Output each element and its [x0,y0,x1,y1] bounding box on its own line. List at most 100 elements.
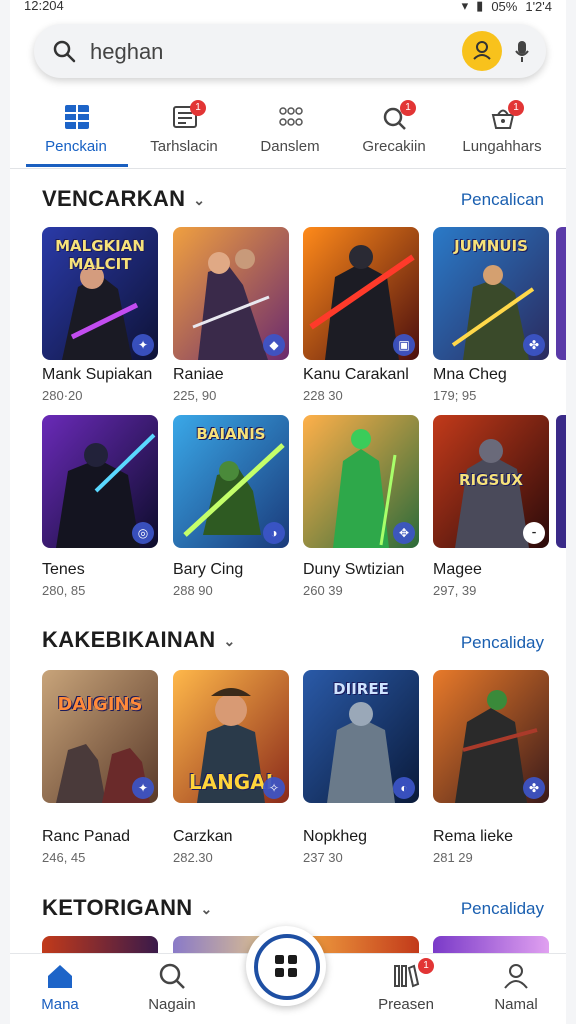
apps-grid-icon [275,955,297,977]
badge-icon: ◆ [263,334,285,356]
nav-item-profile[interactable]: Namal [466,954,566,1024]
game-meta: 225, 90 [173,388,217,403]
game-meta: 179; 95 [433,388,477,403]
game-name: Mna Cheg [433,366,507,383]
badge-icon: ▣ [393,334,415,356]
game-art-title: MALGKIAN MALCIT [55,237,145,273]
game-meta: 246, 45 [42,850,86,865]
game-card[interactable]: ◎ [42,415,158,548]
game-art-title: DAIGINS [57,694,143,715]
section-title: KETORIGANN ⌄ [42,895,213,921]
search-icon [159,963,185,989]
tab-badge: 1 [190,100,206,116]
game-name: Magee [433,561,482,578]
game-card[interactable]: ✤ [433,670,549,803]
tab-4[interactable]: 1 Lungahhars [450,96,554,168]
tab-label: Danslem [260,138,320,155]
grid-fab-button[interactable] [246,926,326,1006]
dots-icon [279,107,303,126]
card-peek [556,227,566,360]
game-name: Rema lieke [433,828,514,845]
chevron-down-icon[interactable]: ⌄ [224,633,236,650]
game-meta: 228 30 [303,388,343,403]
category-tabs: Penckain 1 Tarhslacin Danslem 1 Grecakii… [10,96,566,169]
game-meta: 297, 39 [433,583,477,598]
badge-icon: ✦ [132,777,154,799]
search-bar[interactable]: heghan [34,24,546,78]
badge-icon: ✥ [393,522,415,544]
game-card[interactable]: LANGAI ✧ [173,670,289,803]
signal-icon: ▮ [476,0,484,13]
game-art-title: JUMNUIS [454,237,528,255]
tab-label: Penckain [45,138,107,155]
nav-item-home[interactable]: Mana [10,954,110,1024]
status-clock-right: 1'2'4 [525,0,552,14]
game-name: Kanu Carakanl [303,366,409,383]
user-icon [473,41,491,60]
nav-label: Nagain [148,996,196,1013]
game-name: Mank Supiakan [42,366,153,383]
section-title-text: VENCARKAN [42,186,186,211]
game-card[interactable]: DIIREE ◐ [303,670,419,803]
badge-icon: ◑ [263,522,285,544]
grid-list-icon [65,105,89,129]
game-name: Ranc Panad [42,828,131,845]
game-card[interactable]: RIGSUX ⁃ [433,415,549,548]
section-title-text: KAKEBIKAINAN [42,627,216,652]
section-title-text: KETORIGANN [42,895,193,920]
game-card[interactable]: ▣ [303,227,419,360]
game-card[interactable]: ✥ [303,415,419,548]
chevron-down-icon[interactable]: ⌄ [193,192,205,209]
tab-3[interactable]: 1 Grecakiin [342,96,446,168]
tab-badge: 1 [400,100,416,116]
game-card[interactable]: ◆ [173,227,289,360]
badge-icon: ✤ [523,334,545,356]
game-name: Carzkan [173,828,233,845]
tab-1[interactable]: 1 Tarhslacin [132,96,236,168]
section-link[interactable]: Pencaliday [461,633,544,653]
game-name: Raniae [173,366,224,383]
section-link[interactable]: Pencaliday [461,899,544,919]
status-bar: 12:204 ▾ ▮ 05% 1'2'4 [10,0,566,16]
status-right: ▾ ▮ 05% 1'2'4 [462,0,552,14]
game-meta: 280·20 [42,388,83,403]
game-card[interactable]: BAIANIS ◑ [173,415,289,548]
section-link[interactable]: Pencalican [461,190,544,210]
game-art-title: RIGSUX [459,471,523,489]
section-title: VENCARKAN ⌄ [42,186,205,212]
game-meta: 260 39 [303,583,343,598]
game-art-title: DIIREE [333,680,389,698]
search-input[interactable]: heghan [90,39,163,65]
badge-icon: ◎ [132,522,154,544]
tab-label: Tarhslacin [150,138,218,155]
game-card[interactable]: MALGKIAN MALCIT ✦ [42,227,158,360]
mic-icon[interactable] [514,39,530,63]
nav-item-search[interactable]: Nagain [122,954,222,1024]
game-card[interactable]: JUMNUIS ✤ [433,227,549,360]
nav-label: Mana [41,996,79,1013]
badge-icon: ◐ [393,777,415,799]
nav-label: Namal [494,996,538,1013]
library-icon [394,964,420,988]
game-meta: 237 30 [303,850,343,865]
nav-item-library[interactable]: 1 Preasen [356,954,456,1024]
game-meta: 281 29 [433,850,473,865]
tab-label: Lungahhars [462,138,542,155]
tab-0[interactable]: Penckain [24,96,128,168]
section-title: KAKEBIKAINAN ⌄ [42,627,236,653]
game-name: Tenes [42,561,85,578]
chevron-down-icon[interactable]: ⌄ [201,901,213,918]
nav-label: Preasen [378,996,434,1013]
game-name: Bary Cing [173,561,244,578]
app-frame: 12:204 ▾ ▮ 05% 1'2'4 heghan Penckain 1 T… [10,0,566,1024]
tab-label: Grecakiin [362,138,426,155]
card-peek [556,415,566,548]
avatar[interactable] [462,31,502,71]
status-battery: 05% [491,0,518,14]
badge-icon: ✤ [523,777,545,799]
wifi-icon: ▾ [461,0,469,13]
status-time: 12:204 [24,0,64,13]
tab-2[interactable]: Danslem [238,96,342,168]
search-icon [53,40,76,63]
game-card[interactable]: DAIGINS ✦ [42,670,158,803]
